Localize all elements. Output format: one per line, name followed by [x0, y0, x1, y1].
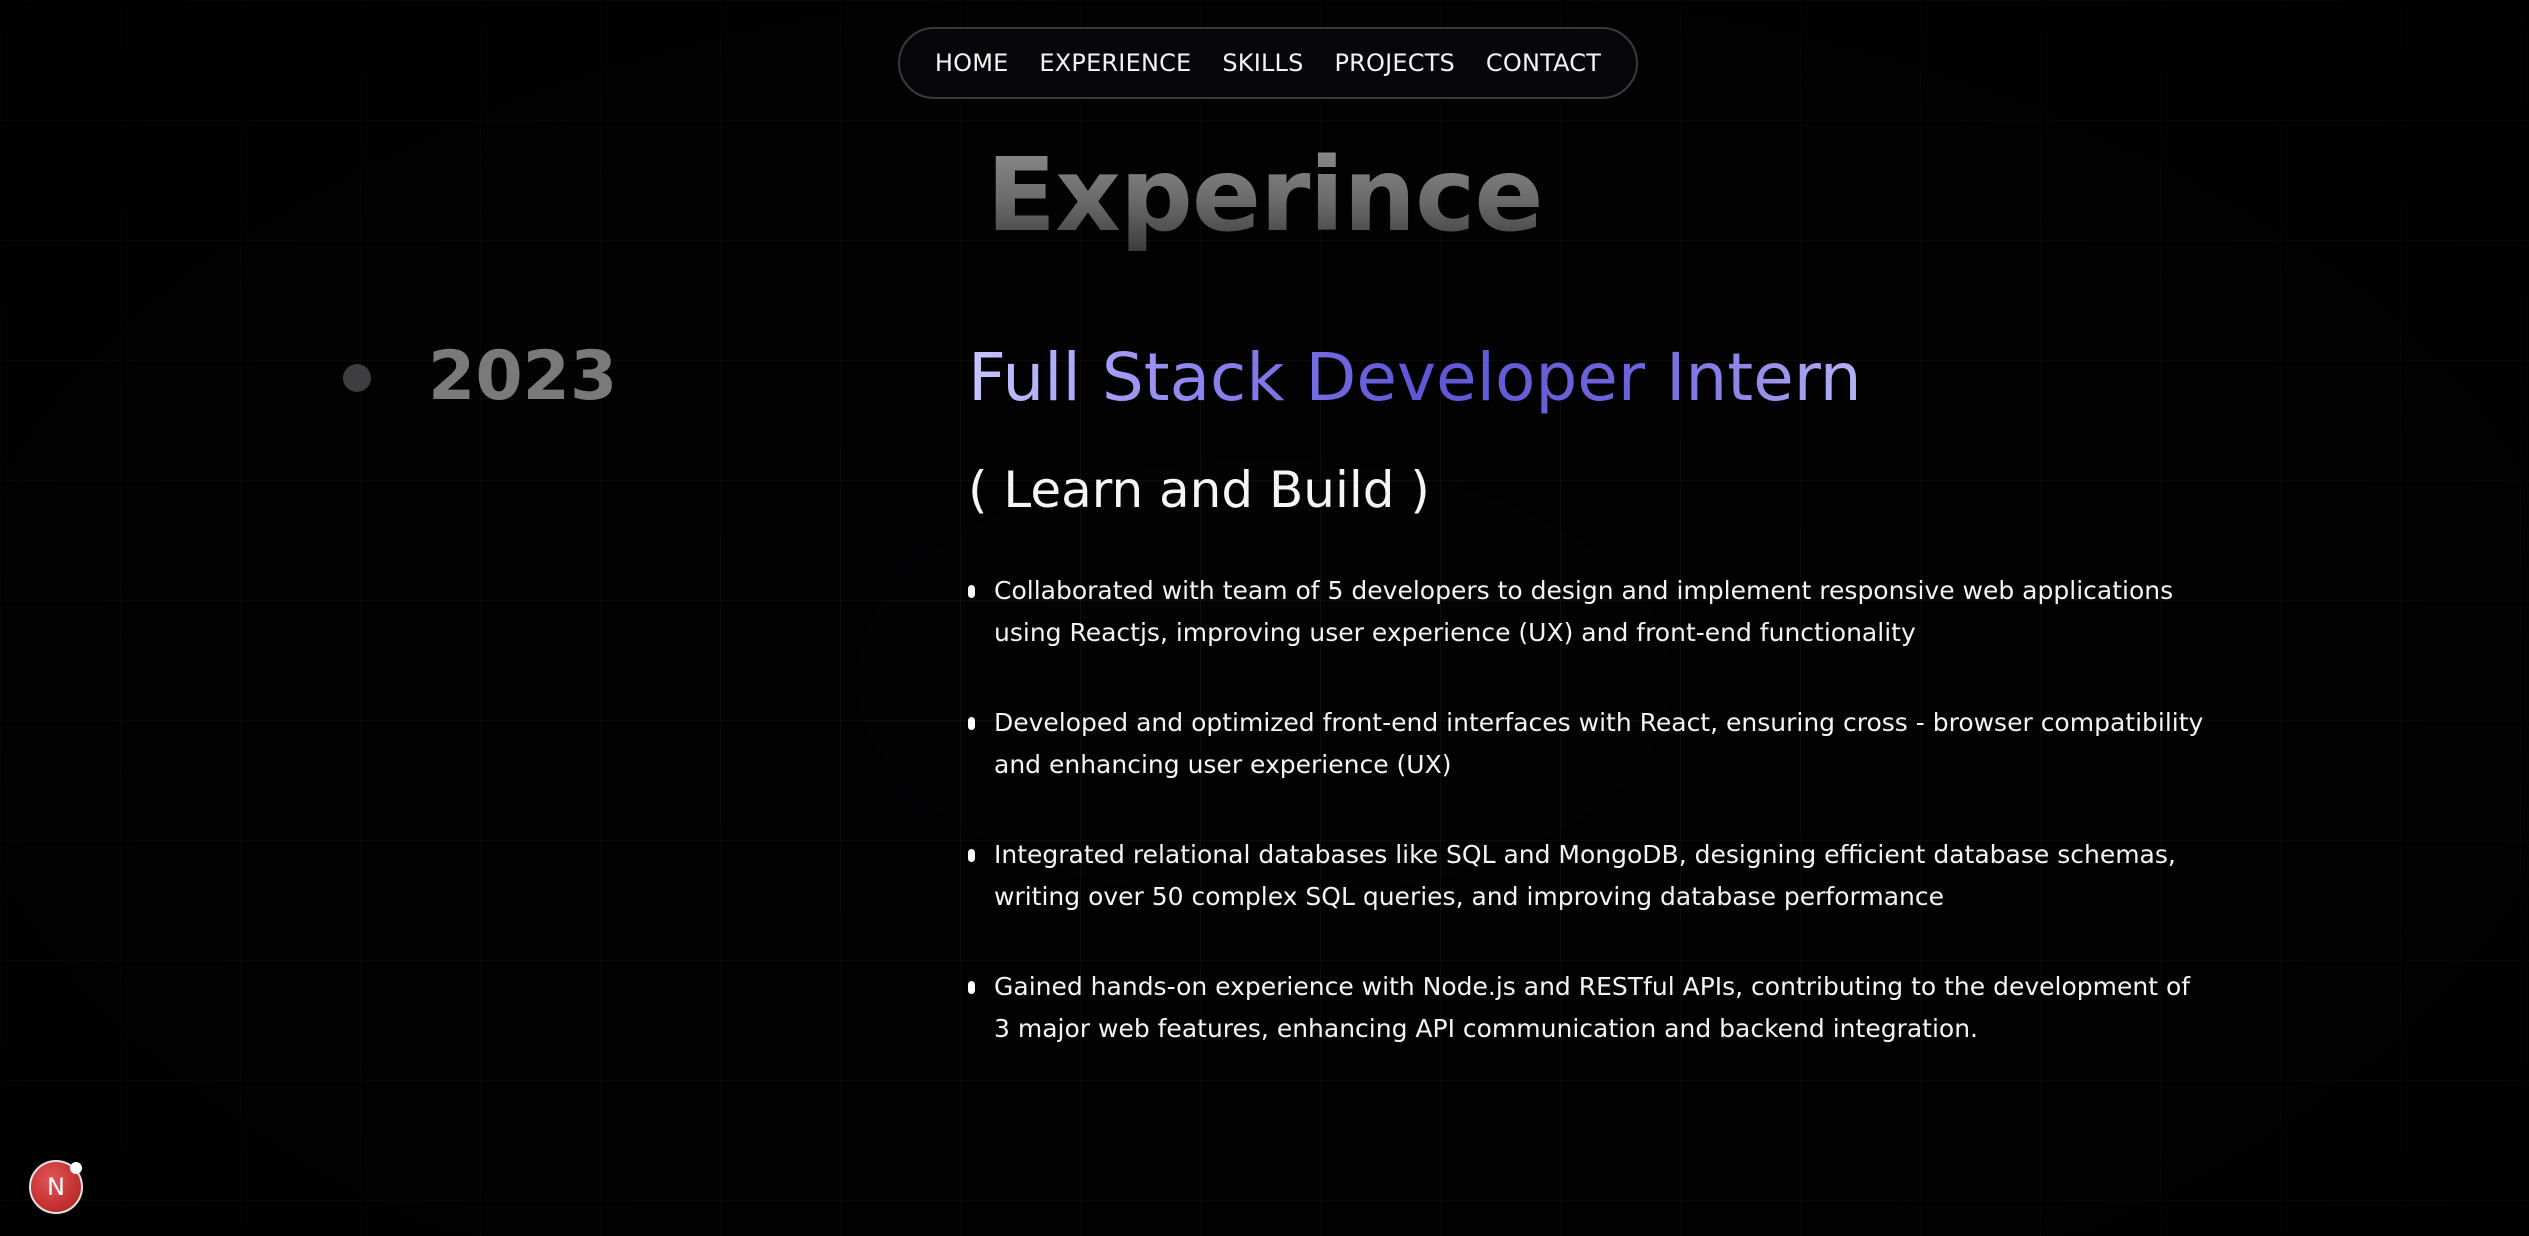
- timeline-dot: [343, 364, 371, 392]
- nav-projects-link[interactable]: PROJECTS: [1330, 43, 1459, 83]
- nav-experience-link[interactable]: EXPERIENCE: [1035, 43, 1195, 83]
- duty-text: Developed and optimized front-end interf…: [994, 708, 2204, 779]
- section-title: Experince: [0, 139, 2529, 252]
- job-title: Full Stack Developer Intern: [968, 339, 1862, 416]
- timeline-year: 2023: [428, 337, 618, 416]
- duties-list: Collaborated with team of 5 developers t…: [964, 570, 2204, 1098]
- bullet-icon: [968, 585, 975, 598]
- duty-item: Developed and optimized front-end interf…: [964, 702, 2204, 786]
- duty-text: Gained hands-on experience with Node.js …: [994, 972, 2191, 1043]
- duty-text: Integrated relational databases like SQL…: [994, 840, 2176, 911]
- badge-status-dot: [70, 1162, 82, 1174]
- duty-text: Collaborated with team of 5 developers t…: [994, 576, 2174, 647]
- nav-contact-link[interactable]: CONTACT: [1482, 43, 1605, 83]
- bullet-icon: [968, 717, 975, 730]
- experience-page: HOME EXPERIENCE SKILLS PROJECTS CONTACT …: [0, 0, 2529, 1236]
- top-navigation: HOME EXPERIENCE SKILLS PROJECTS CONTACT: [898, 27, 1638, 99]
- duty-item: Collaborated with team of 5 developers t…: [964, 570, 2204, 654]
- duty-item: Integrated relational databases like SQL…: [964, 834, 2204, 918]
- duty-item: Gained hands-on experience with Node.js …: [964, 966, 2204, 1050]
- badge-letter: N: [47, 1173, 65, 1201]
- bullet-icon: [968, 849, 975, 862]
- nav-skills-link[interactable]: SKILLS: [1218, 43, 1307, 83]
- job-subtitle: ( Learn and Build ): [968, 461, 1430, 519]
- bullet-icon: [968, 981, 975, 994]
- nav-home-link[interactable]: HOME: [931, 43, 1013, 83]
